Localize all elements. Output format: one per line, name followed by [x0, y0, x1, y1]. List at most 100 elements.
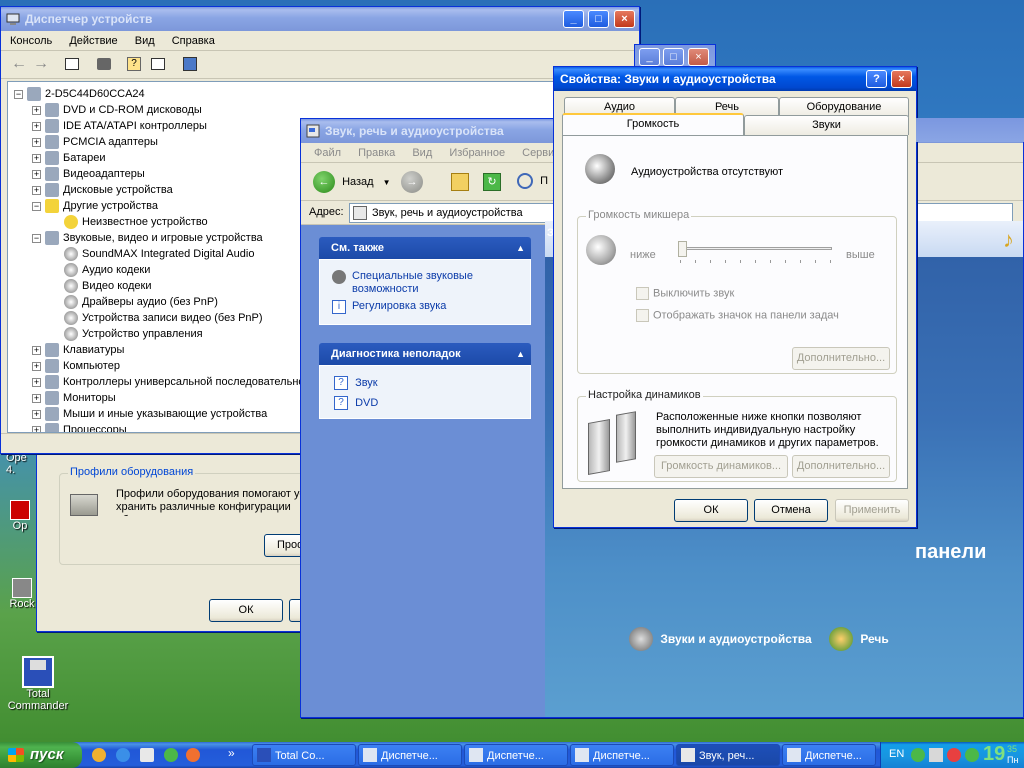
expand-toggle-icon[interactable]: +: [32, 153, 41, 163]
tray-icon-3[interactable]: [947, 748, 961, 762]
maximize-button[interactable]: □: [663, 48, 684, 66]
dialog-titlebar[interactable]: Свойства: Звуки и аудиоустройства ? ×: [554, 67, 916, 91]
expand-toggle-icon[interactable]: +: [32, 409, 41, 419]
quicklaunch-ie-icon[interactable]: [116, 748, 130, 762]
troubleshoot-item-dvd[interactable]: ? DVD: [334, 396, 378, 410]
apply-button[interactable]: Применить: [835, 499, 909, 522]
forward-button[interactable]: →: [401, 171, 423, 193]
expand-toggle-icon[interactable]: +: [32, 185, 41, 195]
clock[interactable]: 19 35 Пн: [983, 743, 1018, 766]
help-button[interactable]: ?: [866, 70, 887, 88]
print-icon[interactable]: [97, 58, 111, 70]
task-device-manager-2[interactable]: Диспетче...: [464, 744, 568, 766]
mute-checkbox[interactable]: Выключить звук: [636, 287, 734, 300]
close-button[interactable]: ×: [614, 10, 635, 28]
up-folder-icon[interactable]: [451, 173, 469, 191]
console-tree-icon[interactable]: [65, 58, 79, 70]
properties-icon[interactable]: [151, 58, 165, 70]
tree-item[interactable]: Драйверы аудио (без PnP): [50, 294, 218, 310]
back-button[interactable]: ← Назад ▼: [313, 171, 391, 193]
desktop-icon-total-commander[interactable]: Total Commander: [6, 656, 70, 712]
expand-toggle-icon[interactable]: −: [14, 89, 23, 99]
device-manager-titlebar[interactable]: Диспетчер устройств _ □ ×: [1, 7, 639, 31]
tree-item[interactable]: + DVD и CD-ROM дисководы: [32, 102, 202, 118]
task-device-manager-1[interactable]: Диспетче...: [358, 744, 462, 766]
quicklaunch-icon-4[interactable]: [164, 748, 178, 762]
expand-toggle-icon[interactable]: +: [32, 377, 41, 387]
tree-item[interactable]: + Компьютер: [32, 358, 120, 374]
task-sound-explorer[interactable]: Звук, реч...: [676, 744, 780, 766]
back-arrow-icon[interactable]: ←: [11, 55, 27, 73]
tree-item[interactable]: + Дисковые устройства: [32, 182, 173, 198]
menu-help[interactable]: Справка: [165, 31, 222, 51]
quicklaunch-icon-3[interactable]: [140, 748, 154, 762]
tree-item[interactable]: + Батареи: [32, 150, 106, 166]
refresh-icon[interactable]: ↻: [483, 173, 501, 191]
tab-volume[interactable]: Громкость: [562, 113, 744, 135]
speaker-volume-button[interactable]: Громкость динамиков...: [654, 455, 788, 478]
tree-item[interactable]: SoundMAX Integrated Digital Audio: [50, 246, 254, 262]
menu-favorites[interactable]: Избранное: [442, 143, 512, 163]
show-tray-icon-checkbox[interactable]: Отображать значок на панели задач: [636, 309, 839, 322]
minimize-button[interactable]: _: [639, 48, 660, 66]
cp-item-speech[interactable]: Речь: [829, 627, 889, 651]
expand-toggle-icon[interactable]: +: [32, 169, 41, 179]
quicklaunch-icon-5[interactable]: [186, 748, 200, 762]
quicklaunch-icon-1[interactable]: [92, 748, 106, 762]
expand-toggle-icon[interactable]: −: [32, 201, 41, 211]
menu-console[interactable]: Консоль: [3, 31, 59, 51]
expand-toggle-icon[interactable]: +: [32, 121, 41, 131]
forward-arrow-icon[interactable]: →: [33, 55, 49, 73]
close-button[interactable]: ×: [891, 70, 912, 88]
tree-item[interactable]: + Клавиатуры: [32, 342, 124, 358]
tray-icon-4[interactable]: [965, 748, 979, 762]
language-indicator[interactable]: EN: [889, 748, 904, 760]
tree-item[interactable]: − 2-D5C44D60CCA24: [14, 86, 145, 102]
quicklaunch-more-icon[interactable]: »: [228, 746, 235, 760]
tree-item[interactable]: Видео кодеки: [50, 278, 152, 294]
advanced-speaker-button[interactable]: Дополнительно...: [792, 455, 890, 478]
expand-toggle-icon[interactable]: −: [32, 233, 41, 243]
collapse-chevron-icon[interactable]: ▲: [516, 237, 525, 259]
chevron-down-icon[interactable]: ▼: [383, 178, 391, 187]
expand-toggle-icon[interactable]: +: [32, 137, 41, 147]
task-total-commander[interactable]: Total Co...: [252, 744, 356, 766]
expand-toggle-icon[interactable]: +: [32, 425, 41, 432]
tree-item[interactable]: Неизвестное устройство: [50, 214, 208, 230]
menu-view[interactable]: Вид: [128, 31, 162, 51]
see-also-item-volume[interactable]: i Регулировка звука: [332, 300, 512, 314]
collapse-chevron-icon[interactable]: ▲: [516, 343, 525, 365]
tray-icon-2[interactable]: [929, 748, 943, 762]
tree-item[interactable]: − Звуковые, видео и игровые устройства: [32, 230, 263, 246]
menu-file[interactable]: Файл: [307, 143, 348, 163]
tab-hardware[interactable]: Оборудование: [779, 97, 909, 117]
minimize-button[interactable]: _: [563, 10, 584, 28]
advanced-button[interactable]: Дополнительно...: [792, 347, 890, 370]
troubleshoot-item-sound[interactable]: ? Звук: [334, 376, 378, 390]
ok-button[interactable]: ОК: [674, 499, 748, 522]
volume-slider[interactable]: [678, 241, 836, 265]
desktop-icon-op[interactable]: Op: [0, 500, 40, 532]
tray-icon-1[interactable]: [911, 748, 925, 762]
tree-item[interactable]: + Контроллеры универсальной последователь…: [32, 374, 311, 390]
close-button[interactable]: ×: [688, 48, 709, 66]
tab-sounds[interactable]: Звуки: [744, 115, 909, 135]
tree-item[interactable]: − Другие устройства: [32, 198, 158, 214]
see-also-item-accessibility[interactable]: Специальные звуковые возможности: [332, 270, 512, 296]
menu-view[interactable]: Вид: [405, 143, 439, 163]
menu-action[interactable]: Действие: [62, 31, 124, 51]
tree-item[interactable]: Устройство управления: [50, 326, 203, 342]
maximize-button[interactable]: □: [588, 10, 609, 28]
scan-hardware-icon[interactable]: [183, 57, 197, 71]
tree-item[interactable]: Аудио кодеки: [50, 262, 150, 278]
tree-item[interactable]: + Мыши и иные указывающие устройства: [32, 406, 267, 422]
expand-toggle-icon[interactable]: +: [32, 345, 41, 355]
tree-item[interactable]: + PCMCIA адаптеры: [32, 134, 158, 150]
ok-button[interactable]: ОК: [209, 599, 283, 622]
cp-item-sounds[interactable]: Звуки и аудиоустройства: [629, 627, 812, 651]
start-button[interactable]: пуск: [0, 742, 82, 768]
tree-item[interactable]: + IDE ATA/ATAPI контроллеры: [32, 118, 207, 134]
troubleshoot-header[interactable]: Диагностика неполадок ▲: [319, 343, 531, 365]
cancel-button[interactable]: Отмена: [754, 499, 828, 522]
help-icon[interactable]: ?: [127, 57, 141, 71]
